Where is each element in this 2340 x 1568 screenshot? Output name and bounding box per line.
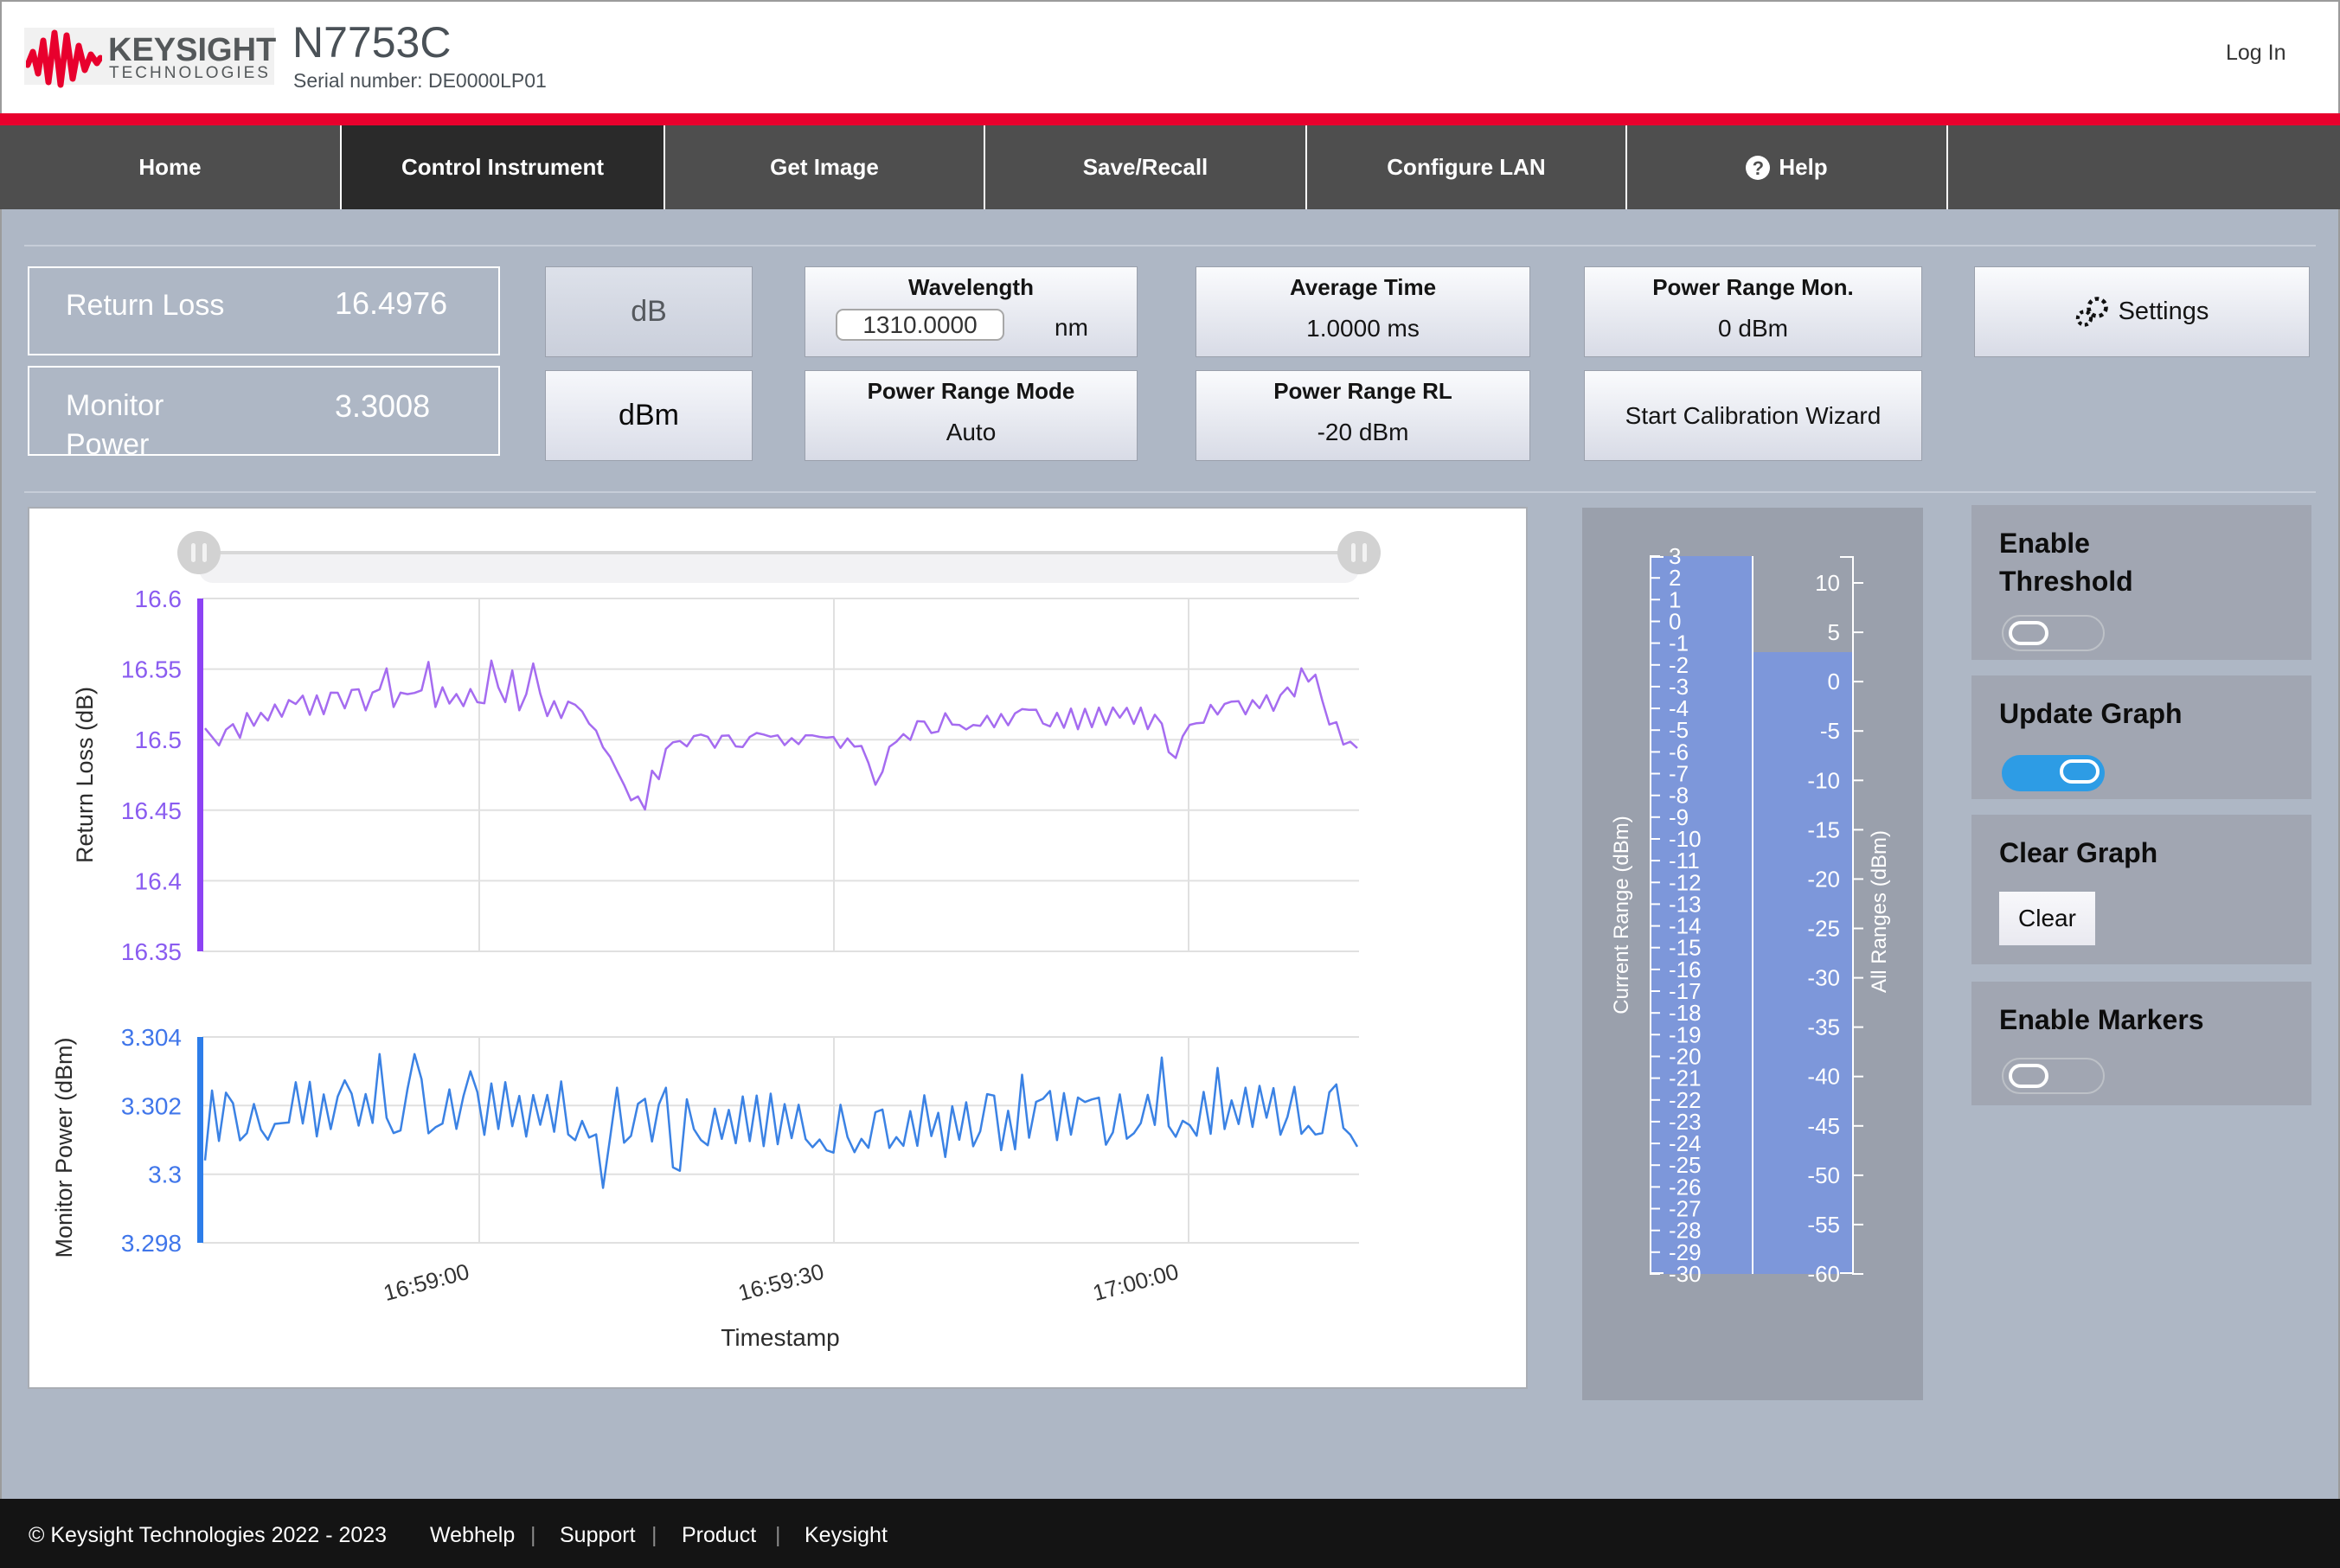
svg-text:-55: -55 [1807,1212,1840,1238]
svg-text:-45: -45 [1807,1113,1840,1139]
svg-text:16.5: 16.5 [135,726,183,753]
svg-text:-5: -5 [1820,718,1840,744]
svg-text:-25: -25 [1807,916,1840,942]
svg-text:Monitor Power (dBm): Monitor Power (dBm) [51,1037,77,1258]
svg-text:16.45: 16.45 [121,797,182,824]
svg-text:All Ranges (dBm): All Ranges (dBm) [1868,830,1891,993]
svg-text:16:59:30: 16:59:30 [735,1258,827,1306]
svg-text:-30: -30 [1669,1261,1702,1287]
svg-text:-60: -60 [1807,1261,1840,1287]
svg-text:Current Range (dBm): Current Range (dBm) [1610,816,1633,1014]
svg-text:Timestamp: Timestamp [721,1324,839,1351]
svg-text:16.6: 16.6 [135,586,183,612]
svg-text:5: 5 [1828,619,1840,645]
svg-text:16:59:00: 16:59:00 [381,1258,472,1306]
svg-text:-40: -40 [1807,1064,1840,1090]
svg-text:3.298: 3.298 [121,1230,182,1257]
svg-text:16.4: 16.4 [135,867,183,894]
svg-text:-10: -10 [1807,767,1840,793]
svg-text:-30: -30 [1807,965,1840,991]
svg-text:-15: -15 [1807,816,1840,842]
svg-text:-20: -20 [1807,866,1840,892]
svg-text:10: 10 [1815,570,1840,596]
svg-text:3.304: 3.304 [121,1024,182,1051]
svg-text:-35: -35 [1807,1014,1840,1040]
svg-text:16.55: 16.55 [121,656,182,683]
svg-text:17:00:00: 17:00:00 [1090,1258,1182,1306]
svg-text:Return Loss (dB): Return Loss (dB) [72,687,98,863]
svg-text:0: 0 [1828,669,1840,694]
svg-text:16.35: 16.35 [121,938,182,965]
svg-text:-50: -50 [1807,1162,1840,1188]
svg-text:3.302: 3.302 [121,1092,182,1119]
svg-text:3.3: 3.3 [148,1162,182,1188]
